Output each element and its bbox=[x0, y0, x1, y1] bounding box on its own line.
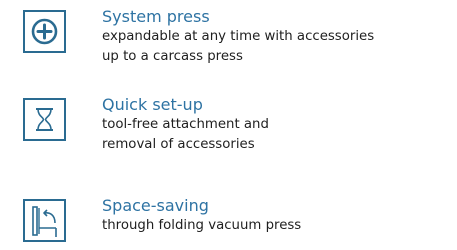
feature-title: System press bbox=[102, 7, 210, 26]
feature-quick-setup: Quick set-up tool-free attachment and re… bbox=[0, 95, 457, 158]
feature-space-saving: Space-saving through folding vacuum pres… bbox=[0, 196, 457, 250]
hourglass-icon bbox=[23, 98, 66, 141]
feature-text: Quick set-up tool-free attachment and re… bbox=[102, 94, 452, 155]
feature-description-line: expandable at any time with accessories bbox=[102, 29, 375, 44]
feature-title: Quick set-up bbox=[102, 95, 203, 114]
feature-description-line: removal of accessories bbox=[102, 137, 255, 152]
feature-text: System press expandable at any time with… bbox=[102, 6, 452, 67]
feature-description-line: through folding vacuum press bbox=[102, 218, 302, 233]
feature-description-line: up to a carcass press bbox=[102, 49, 243, 64]
feature-text: Space-saving through folding vacuum pres… bbox=[102, 195, 452, 236]
plus-circle-icon bbox=[23, 10, 66, 53]
feature-title: Space-saving bbox=[102, 196, 209, 215]
folding-press-icon bbox=[23, 199, 66, 242]
feature-system-press: System press expandable at any time with… bbox=[0, 7, 457, 70]
feature-description-line: tool-free attachment and bbox=[102, 117, 269, 132]
